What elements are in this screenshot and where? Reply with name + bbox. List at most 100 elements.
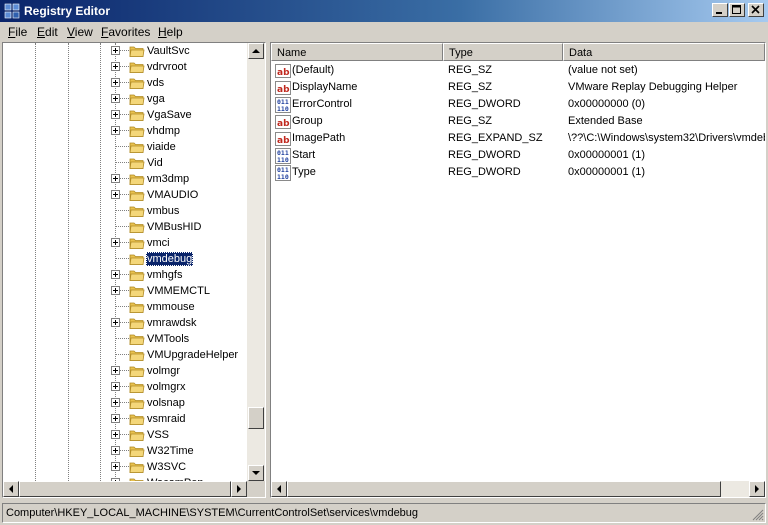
tree-item[interactable]: vsmraid xyxy=(3,411,247,427)
values-list-pane[interactable]: Name Type Data ab (Default) REG_SZ (value n… xyxy=(270,42,766,498)
folder-icon xyxy=(129,46,145,57)
value-row[interactable]: ab ImagePath REG_EXPAND_SZ \??\C:\Windows\s… xyxy=(271,130,765,147)
value-type: REG_SZ xyxy=(448,64,493,76)
menu-edit[interactable]: Edit xyxy=(37,25,58,39)
tree-scroll-right-button[interactable] xyxy=(231,481,247,497)
tree-connector xyxy=(115,226,129,227)
folder-icon xyxy=(129,158,145,169)
value-name: Start xyxy=(292,149,316,161)
tree-scroll-down-button[interactable] xyxy=(248,465,264,481)
menu-view[interactable]: View xyxy=(67,25,93,39)
value-row[interactable]: ab DisplayName REG_SZ VMware Replay Debuggi… xyxy=(271,79,765,96)
expand-toggle-icon[interactable] xyxy=(111,174,120,183)
expand-toggle-icon[interactable] xyxy=(111,414,120,423)
expand-toggle-icon[interactable] xyxy=(111,286,120,295)
column-header-data[interactable]: Data xyxy=(563,43,765,61)
tree-item-label: VMBusHID xyxy=(147,221,202,233)
tree-scroll-up-button[interactable] xyxy=(248,43,264,59)
close-button[interactable] xyxy=(748,3,764,17)
expand-toggle-icon[interactable] xyxy=(111,366,120,375)
tree-item[interactable]: Vid xyxy=(3,155,247,171)
tree-scroll-thumb[interactable] xyxy=(248,407,264,429)
tree-item[interactable]: vmbus xyxy=(3,203,247,219)
tree-scroll-left-button[interactable] xyxy=(3,481,19,497)
list-scroll-left-button[interactable] xyxy=(271,481,287,497)
tree-item[interactable]: W3SVC xyxy=(3,459,247,475)
tree-item-label: vmhgfs xyxy=(147,269,183,281)
value-data: \??\C:\Windows\system32\Drivers\vmdebug.… xyxy=(568,132,766,144)
list-hscroll-thumb[interactable] xyxy=(287,481,721,497)
title-bar[interactable]: Registry Editor xyxy=(0,0,768,22)
tree-item[interactable]: vmhgfs xyxy=(3,267,247,283)
tree-item[interactable]: vmmouse xyxy=(3,299,247,315)
value-row[interactable]: ab (Default) REG_SZ (value not set) xyxy=(271,62,765,79)
expand-toggle-icon[interactable] xyxy=(111,446,120,455)
expand-toggle-icon[interactable] xyxy=(111,270,120,279)
menu-help[interactable]: Help xyxy=(158,25,183,39)
tree-item[interactable]: vmci xyxy=(3,235,247,251)
tree-item[interactable]: volmgrx xyxy=(3,379,247,395)
key-tree-pane[interactable]: VaultSvc vdrvroot vds vga VgaSave vhdmp viaide… xyxy=(2,42,266,498)
tree-item[interactable]: VMAUDIO xyxy=(3,187,247,203)
list-scroll-right-button[interactable] xyxy=(749,481,765,497)
tree-item[interactable]: volmgr xyxy=(3,363,247,379)
tree-item[interactable]: VMBusHID xyxy=(3,219,247,235)
resize-grip-icon[interactable] xyxy=(752,509,764,521)
value-row[interactable]: 011 110 Type REG_DWORD 0x00000001 (1) xyxy=(271,164,765,181)
tree-item[interactable]: VaultSvc xyxy=(3,43,247,59)
column-header-name[interactable]: Name xyxy=(271,43,443,61)
tree-item[interactable]: VMTools xyxy=(3,331,247,347)
tree-item[interactable]: vds xyxy=(3,75,247,91)
maximize-button[interactable] xyxy=(729,3,745,17)
expand-toggle-icon[interactable] xyxy=(111,126,120,135)
expand-toggle-icon[interactable] xyxy=(111,318,120,327)
tree-item[interactable]: vga xyxy=(3,91,247,107)
tree-item[interactable]: VSS xyxy=(3,427,247,443)
expand-toggle-icon[interactable] xyxy=(111,94,120,103)
value-row[interactable]: 011 110 Start REG_DWORD 0x00000001 (1) xyxy=(271,147,765,164)
svg-text:ab: ab xyxy=(277,85,290,95)
expand-toggle-icon[interactable] xyxy=(111,238,120,247)
expand-toggle-icon[interactable] xyxy=(111,462,120,471)
menu-bar: File Edit View Favorites Help xyxy=(0,23,768,41)
arrow-left-icon xyxy=(9,485,13,493)
tree-hscroll-thumb[interactable] xyxy=(19,481,231,497)
tree-item[interactable]: viaide xyxy=(3,139,247,155)
svg-text:ab: ab xyxy=(277,136,290,146)
tree-item[interactable]: vmdebug xyxy=(3,251,247,267)
folder-icon xyxy=(129,126,145,137)
menu-file[interactable]: File xyxy=(8,25,27,39)
tree-item[interactable]: VMMEMCTL xyxy=(3,283,247,299)
column-header-type[interactable]: Type xyxy=(443,43,563,61)
value-row[interactable]: 011 110 ErrorControl REG_DWORD 0x00000000 (0… xyxy=(271,96,765,113)
tree-item[interactable]: VMUpgradeHelper xyxy=(3,347,247,363)
tree-connector xyxy=(115,162,129,163)
tree-item-label: vhdmp xyxy=(147,125,181,137)
window-title: Registry Editor xyxy=(24,4,111,18)
tree-item[interactable]: volsnap xyxy=(3,395,247,411)
folder-icon xyxy=(129,446,145,457)
registry-editor-app-icon xyxy=(4,3,20,19)
tree-connector xyxy=(115,258,129,259)
expand-toggle-icon[interactable] xyxy=(111,62,120,71)
menu-favorites[interactable]: Favorites xyxy=(101,25,150,39)
tree-item-label: Vid xyxy=(147,157,163,169)
value-type: REG_DWORD xyxy=(448,149,521,161)
tree-item[interactable]: vdrvroot xyxy=(3,59,247,75)
tree-item[interactable]: vm3dmp xyxy=(3,171,247,187)
tree-connector xyxy=(115,210,129,211)
expand-toggle-icon[interactable] xyxy=(111,78,120,87)
expand-toggle-icon[interactable] xyxy=(111,398,120,407)
expand-toggle-icon[interactable] xyxy=(111,190,120,199)
expand-toggle-icon[interactable] xyxy=(111,110,120,119)
tree-item[interactable]: W32Time xyxy=(3,443,247,459)
value-row[interactable]: ab Group REG_SZ Extended Base xyxy=(271,113,765,130)
minimize-button[interactable] xyxy=(712,3,728,17)
folder-icon xyxy=(129,334,145,345)
tree-item[interactable]: vmrawdsk xyxy=(3,315,247,331)
tree-item[interactable]: vhdmp xyxy=(3,123,247,139)
expand-toggle-icon[interactable] xyxy=(111,430,120,439)
expand-toggle-icon[interactable] xyxy=(111,46,120,55)
expand-toggle-icon[interactable] xyxy=(111,382,120,391)
tree-item[interactable]: VgaSave xyxy=(3,107,247,123)
